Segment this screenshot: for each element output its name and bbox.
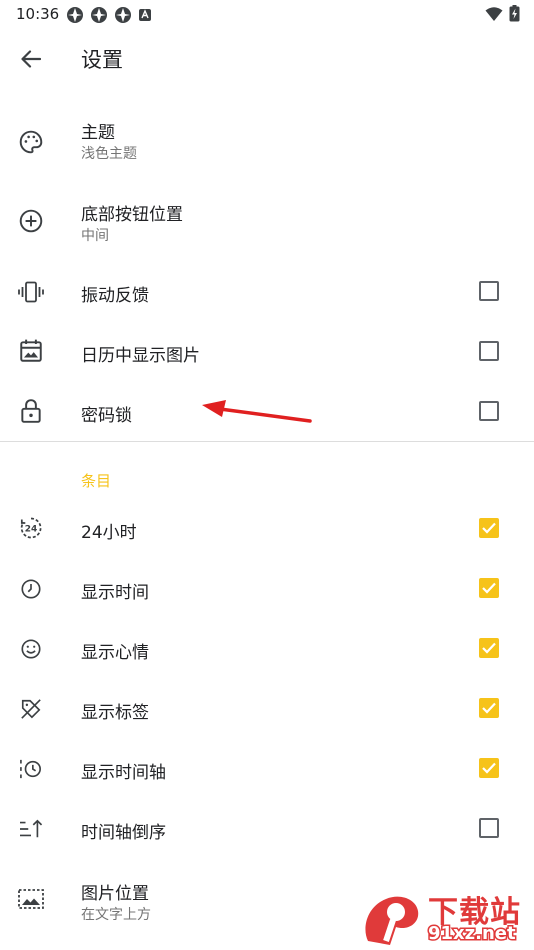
section-header-entries: 条目 — [81, 472, 112, 490]
check-icon — [482, 702, 496, 714]
check-icon — [482, 582, 496, 594]
setting-show-timeline[interactable]: 显示时间轴 — [0, 739, 534, 799]
setting-title: 时间轴倒序 — [81, 823, 166, 843]
setting-show-tags[interactable]: 显示标签 — [0, 679, 534, 739]
setting-show-mood[interactable]: 显示心情 — [0, 619, 534, 679]
timeline-clock-icon — [16, 754, 46, 784]
add-circle-icon — [16, 206, 46, 236]
setting-title: 显示标签 — [81, 703, 149, 723]
calendar-image-icon — [16, 336, 46, 366]
watermark: 下载站 91xz.net — [360, 885, 534, 950]
check-icon — [482, 762, 496, 774]
setting-subtitle: 在文字上方 — [81, 907, 151, 923]
setting-title: 底部按钮位置 — [81, 205, 183, 225]
setting-title: 主题 — [81, 123, 115, 143]
page-title: 设置 — [81, 48, 123, 72]
app-bar: 设置 — [0, 30, 534, 86]
setting-timeline-reverse[interactable]: 时间轴倒序 — [0, 799, 534, 859]
system-status-icons — [485, 5, 520, 22]
check-icon — [482, 642, 496, 654]
show-tags-checkbox[interactable] — [479, 698, 499, 718]
setting-24-hours[interactable]: 24 24小时 — [0, 499, 534, 559]
app-notification-icon — [115, 7, 131, 23]
setting-title: 密码锁 — [81, 406, 132, 426]
smiley-icon — [16, 634, 46, 664]
tag-off-icon — [16, 694, 46, 724]
vibration-checkbox[interactable] — [479, 281, 499, 301]
setting-title: 振动反馈 — [81, 286, 149, 306]
show-timeline-checkbox[interactable] — [479, 758, 499, 778]
password-lock-checkbox[interactable] — [479, 401, 499, 421]
svg-text:24: 24 — [25, 525, 38, 535]
wifi-icon — [485, 6, 503, 21]
setting-calendar-images[interactable]: 日历中显示图片 — [0, 322, 534, 382]
setting-title: 显示时间 — [81, 583, 149, 603]
check-icon — [482, 522, 496, 534]
status-time: 10:36 — [16, 5, 60, 23]
setting-bottom-button-position[interactable]: 底部按钮位置 中间 — [0, 186, 534, 266]
clock-icon — [16, 574, 46, 604]
timeline-reverse-checkbox[interactable] — [479, 818, 499, 838]
keyboard-notification-icon — [139, 9, 151, 21]
24-hours-checkbox[interactable] — [479, 518, 499, 538]
setting-title: 图片位置 — [81, 884, 149, 904]
24-hours-icon: 24 — [16, 513, 46, 543]
sort-ascending-icon — [16, 814, 46, 844]
setting-theme[interactable]: 主题 浅色主题 — [0, 104, 534, 184]
notification-icons — [66, 6, 152, 24]
arrow-back-icon — [21, 50, 41, 68]
setting-show-time[interactable]: 显示时间 — [0, 559, 534, 619]
show-time-checkbox[interactable] — [479, 578, 499, 598]
battery-charging-icon — [509, 5, 520, 22]
watermark-logo — [365, 896, 419, 945]
setting-vibration-feedback[interactable]: 振动反馈 — [0, 262, 534, 322]
app-notification-icon — [91, 7, 107, 23]
app-notification-icon — [67, 7, 83, 23]
image-position-icon — [16, 884, 46, 914]
status-bar: 10:36 — [0, 0, 534, 28]
setting-title: 显示时间轴 — [81, 763, 166, 783]
setting-subtitle: 浅色主题 — [81, 146, 137, 162]
setting-title: 显示心情 — [81, 643, 149, 663]
lock-icon — [16, 396, 46, 426]
annotation-arrow — [202, 400, 312, 423]
calendar-images-checkbox[interactable] — [479, 341, 499, 361]
section-divider — [0, 441, 534, 442]
vibration-icon — [16, 277, 46, 307]
back-button[interactable] — [14, 42, 48, 76]
setting-title: 日历中显示图片 — [81, 346, 200, 366]
setting-title: 24小时 — [81, 523, 137, 543]
setting-subtitle: 中间 — [81, 228, 109, 244]
palette-icon — [16, 127, 46, 157]
show-mood-checkbox[interactable] — [479, 638, 499, 658]
watermark-text-bottom: 91xz.net — [427, 922, 518, 946]
